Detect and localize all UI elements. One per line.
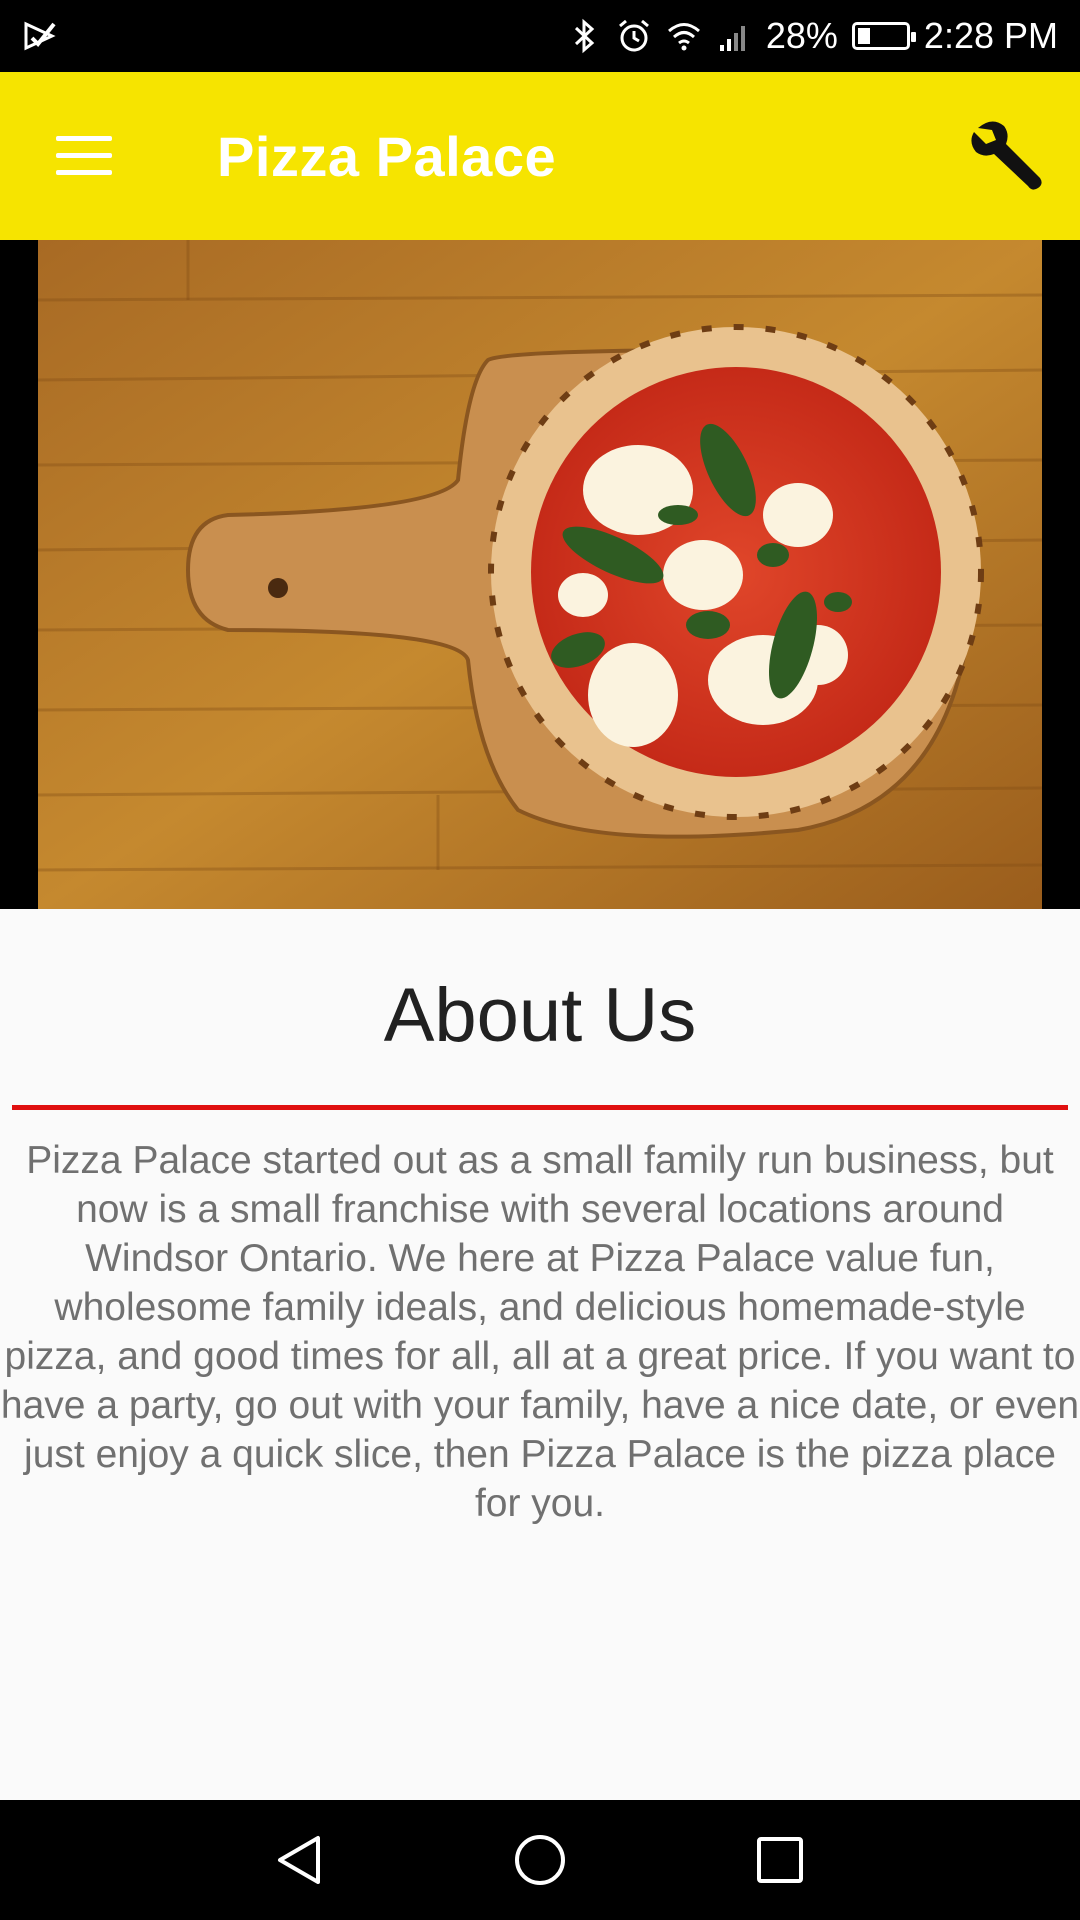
status-bar: 28% 2:28 PM bbox=[0, 0, 1080, 72]
home-icon[interactable] bbox=[510, 1830, 570, 1890]
wrench-icon[interactable] bbox=[962, 112, 1050, 200]
back-icon[interactable] bbox=[270, 1830, 330, 1890]
app-title: Pizza Palace bbox=[217, 125, 557, 188]
recents-icon[interactable] bbox=[750, 1830, 810, 1890]
clock: 2:28 PM bbox=[923, 15, 1058, 56]
hero-image-frame bbox=[0, 240, 1080, 909]
app-bar: Pizza Palace bbox=[0, 72, 1080, 240]
pizza-photo bbox=[38, 240, 1042, 909]
about-body-text: Pizza Palace started out as a small fami… bbox=[0, 1139, 1080, 1525]
signal-icon bbox=[719, 26, 745, 51]
hamburger-menu-icon[interactable] bbox=[40, 122, 128, 190]
bluetooth-icon bbox=[574, 18, 595, 54]
about-heading: About Us bbox=[383, 973, 697, 1058]
battery-percent: 28% bbox=[765, 15, 838, 56]
wifi-icon bbox=[667, 23, 700, 51]
divider bbox=[12, 1105, 1068, 1110]
alarm-icon bbox=[618, 19, 649, 52]
battery-icon bbox=[851, 22, 916, 50]
navigation-bar bbox=[0, 1800, 1080, 1920]
notification-icon bbox=[24, 21, 56, 51]
